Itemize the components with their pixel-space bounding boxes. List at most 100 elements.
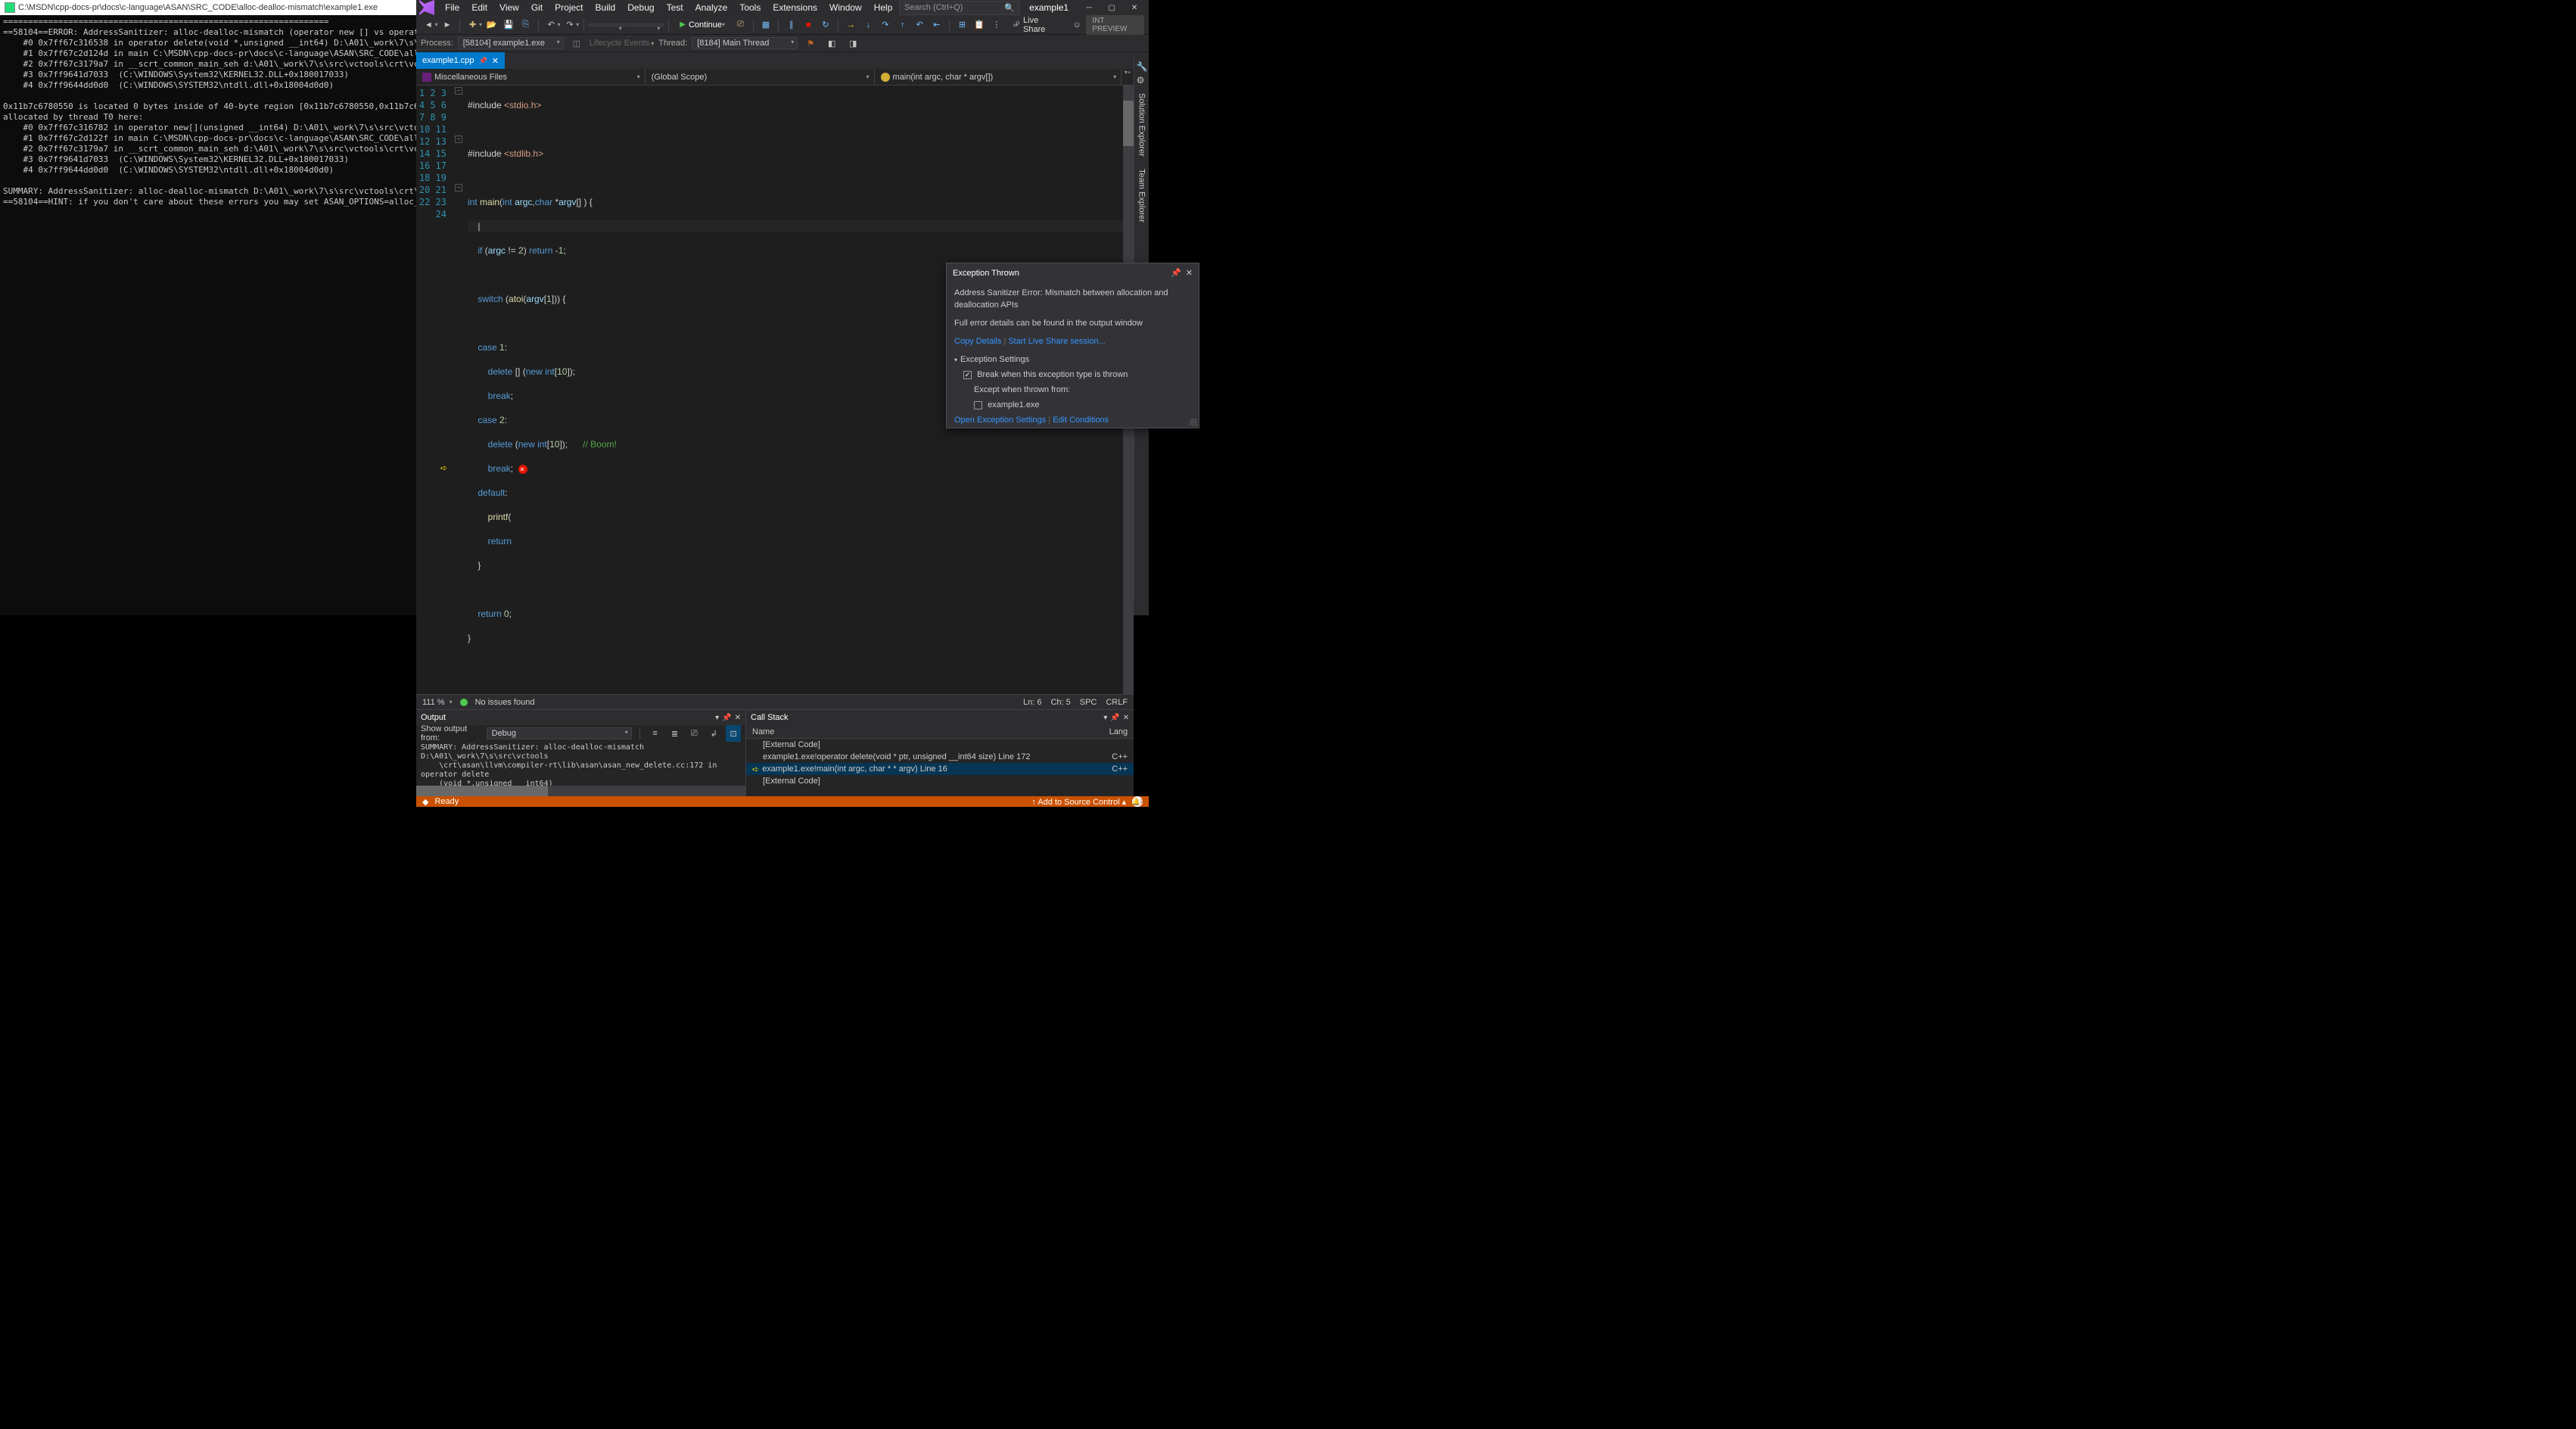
popup-pin-icon[interactable]: 📌 (1171, 268, 1181, 278)
add-source-control[interactable]: ↑ Add to Source Control ▴ (1031, 797, 1126, 807)
show-next-icon[interactable]: → (843, 17, 859, 33)
more-icon[interactable]: ⋮ (989, 17, 1005, 33)
callstack-row[interactable]: [External Code] (746, 739, 1134, 751)
save-all-icon[interactable]: ⎘ (518, 17, 534, 33)
redo-icon[interactable]: ↷ (562, 17, 578, 33)
console-output[interactable]: ========================================… (0, 15, 416, 615)
config-dropdown[interactable] (589, 23, 626, 26)
resize-grip-icon[interactable] (1190, 419, 1197, 426)
next-msg-icon[interactable]: ≣ (667, 725, 683, 742)
snapshot-icon[interactable]: 📋 (972, 17, 988, 33)
menu-git[interactable]: Git (525, 0, 549, 15)
pin-icon[interactable]: 📌 (479, 57, 487, 65)
console-title-bar[interactable]: C:\MSDN\cpp-docs-pr\docs\c-language\ASAN… (0, 0, 416, 15)
output-header[interactable]: Output ▾ 📌 ✕ (416, 710, 745, 725)
popup-close-icon[interactable]: ✕ (1186, 268, 1193, 278)
settings-icon[interactable]: ⚙ (1137, 75, 1147, 86)
callstack-row[interactable]: example1.exe!operator delete(void * ptr,… (746, 751, 1134, 763)
callstack-columns[interactable]: Name Lang (746, 725, 1134, 739)
solution-explorer-tab[interactable]: Solution Explorer (1136, 89, 1148, 161)
maximize-button[interactable]: ▢ (1100, 0, 1123, 15)
stack-frame-icon[interactable]: ◧ (823, 35, 840, 51)
save-icon[interactable]: 💾 (501, 17, 517, 33)
start-liveshare-link[interactable]: Start Live Share session... (1008, 337, 1105, 346)
indent-indicator[interactable]: SPC (1080, 698, 1097, 707)
file-tab-active[interactable]: example1.cpp 📌 ✕ (416, 52, 505, 69)
panel-pin-icon[interactable]: 📌 (1110, 714, 1119, 722)
vs-logo-icon[interactable] (419, 0, 434, 15)
char-indicator[interactable]: Ch: 5 (1050, 698, 1070, 707)
process-dropdown[interactable]: [58104] example1.exe (458, 37, 564, 49)
edit-conditions-link[interactable]: Edit Conditions (1053, 416, 1109, 425)
nav-member[interactable]: main(int argc, char * argv[]) (875, 69, 1122, 85)
step-into-icon[interactable]: ↓ (860, 17, 876, 33)
feedback-icon[interactable]: ☺ (1069, 17, 1085, 33)
lifecycle-icon[interactable]: ◫ (568, 35, 585, 51)
exception-settings-section[interactable]: ▾Exception Settings (947, 352, 1199, 367)
menu-build[interactable]: Build (590, 0, 622, 15)
target-icon[interactable]: ⎚ (733, 17, 748, 33)
menu-debug[interactable]: Debug (621, 0, 660, 15)
exe-checkbox[interactable] (974, 401, 982, 409)
output-source-dropdown[interactable]: Debug (487, 727, 632, 739)
clear-icon[interactable]: ⎚ (686, 725, 702, 742)
menu-edit[interactable]: Edit (465, 0, 493, 15)
menu-test[interactable]: Test (661, 0, 689, 15)
menu-tools[interactable]: Tools (733, 0, 767, 15)
close-button[interactable]: ✕ (1123, 0, 1146, 15)
panel-dropdown-icon[interactable]: ▾ (1103, 714, 1107, 722)
menu-view[interactable]: View (493, 0, 525, 15)
panel-close-icon[interactable]: ✕ (735, 714, 741, 722)
platform-dropdown[interactable] (627, 23, 664, 26)
eol-indicator[interactable]: CRLF (1106, 698, 1128, 707)
team-explorer-tab[interactable]: Team Explorer (1136, 164, 1148, 227)
menu-window[interactable]: Window (823, 0, 868, 15)
threads-icon[interactable]: ◨ (845, 35, 861, 51)
stop-icon[interactable]: ■ (801, 17, 817, 33)
menu-help[interactable]: Help (868, 0, 899, 15)
open-icon[interactable]: 📂 (484, 17, 499, 33)
copy-details-link[interactable]: Copy Details (954, 337, 1001, 346)
menu-extensions[interactable]: Extensions (767, 0, 823, 15)
exception-header[interactable]: Exception Thrown 📌 ✕ (947, 263, 1199, 282)
reverse-icon[interactable]: ⇤ (929, 17, 945, 33)
issues-text[interactable]: No issues found (475, 698, 535, 707)
word-wrap-icon[interactable]: ↲ (706, 725, 721, 742)
properties-icon[interactable]: 🔧 (1137, 61, 1147, 72)
notification-bell-icon[interactable]: 🔔2 (1132, 796, 1143, 807)
panel-close-icon[interactable]: ✕ (1123, 714, 1129, 722)
autoscroll-icon[interactable]: ⊡ (726, 725, 741, 742)
menu-file[interactable]: File (439, 0, 465, 15)
zoom-level[interactable]: 111 % (422, 698, 445, 707)
quick-search[interactable]: Search (Ctrl+Q) 🔍 (899, 1, 1020, 15)
open-exception-settings-link[interactable]: Open Exception Settings (954, 416, 1046, 425)
menu-analyze[interactable]: Analyze (689, 0, 734, 15)
undo-icon[interactable]: ↶ (543, 17, 559, 33)
line-indicator[interactable]: Ln: 6 (1023, 698, 1041, 707)
intellitrace-icon[interactable]: ⊞ (954, 17, 970, 33)
nav-project[interactable]: Miscellaneous Files (416, 69, 646, 85)
panel-dropdown-icon[interactable]: ▾ (715, 714, 719, 722)
callstack-row[interactable]: [External Code] (746, 775, 1134, 787)
output-text[interactable]: SUMMARY: AddressSanitizer: alloc-dealloc… (416, 742, 745, 786)
nav-back-icon[interactable]: ◄ (421, 17, 437, 33)
pause-icon[interactable]: ∥ (783, 17, 799, 33)
callstack-header[interactable]: Call Stack ▾ 📌 ✕ (746, 710, 1134, 725)
nav-scope[interactable]: (Global Scope) (646, 69, 875, 85)
new-item-icon[interactable]: ✚ (465, 17, 481, 33)
flag-icon[interactable]: ⚑ (802, 35, 819, 51)
break-checkbox[interactable] (963, 371, 972, 379)
restart-icon[interactable]: ↻ (818, 17, 834, 33)
output-hscroll[interactable] (416, 786, 745, 796)
menu-project[interactable]: Project (549, 0, 589, 15)
callstack-row[interactable]: ➪example1.exe!main(int argc, char * * ar… (746, 763, 1134, 775)
error-icon[interactable] (518, 465, 527, 474)
continue-button[interactable]: ▶ Continue ▾ (674, 19, 731, 31)
step-back-icon[interactable]: ↶ (912, 17, 928, 33)
nav-add-icon[interactable]: ▾+ (1122, 69, 1134, 85)
live-share-button[interactable]: ⮵ Live Share (1006, 16, 1067, 34)
outline-margin[interactable]: − − − (453, 86, 468, 694)
panel-pin-icon[interactable]: 📌 (722, 714, 731, 722)
tab-close-icon[interactable]: ✕ (492, 56, 499, 66)
exception-popup[interactable]: Exception Thrown 📌 ✕ Address Sanitizer E… (946, 263, 1199, 428)
